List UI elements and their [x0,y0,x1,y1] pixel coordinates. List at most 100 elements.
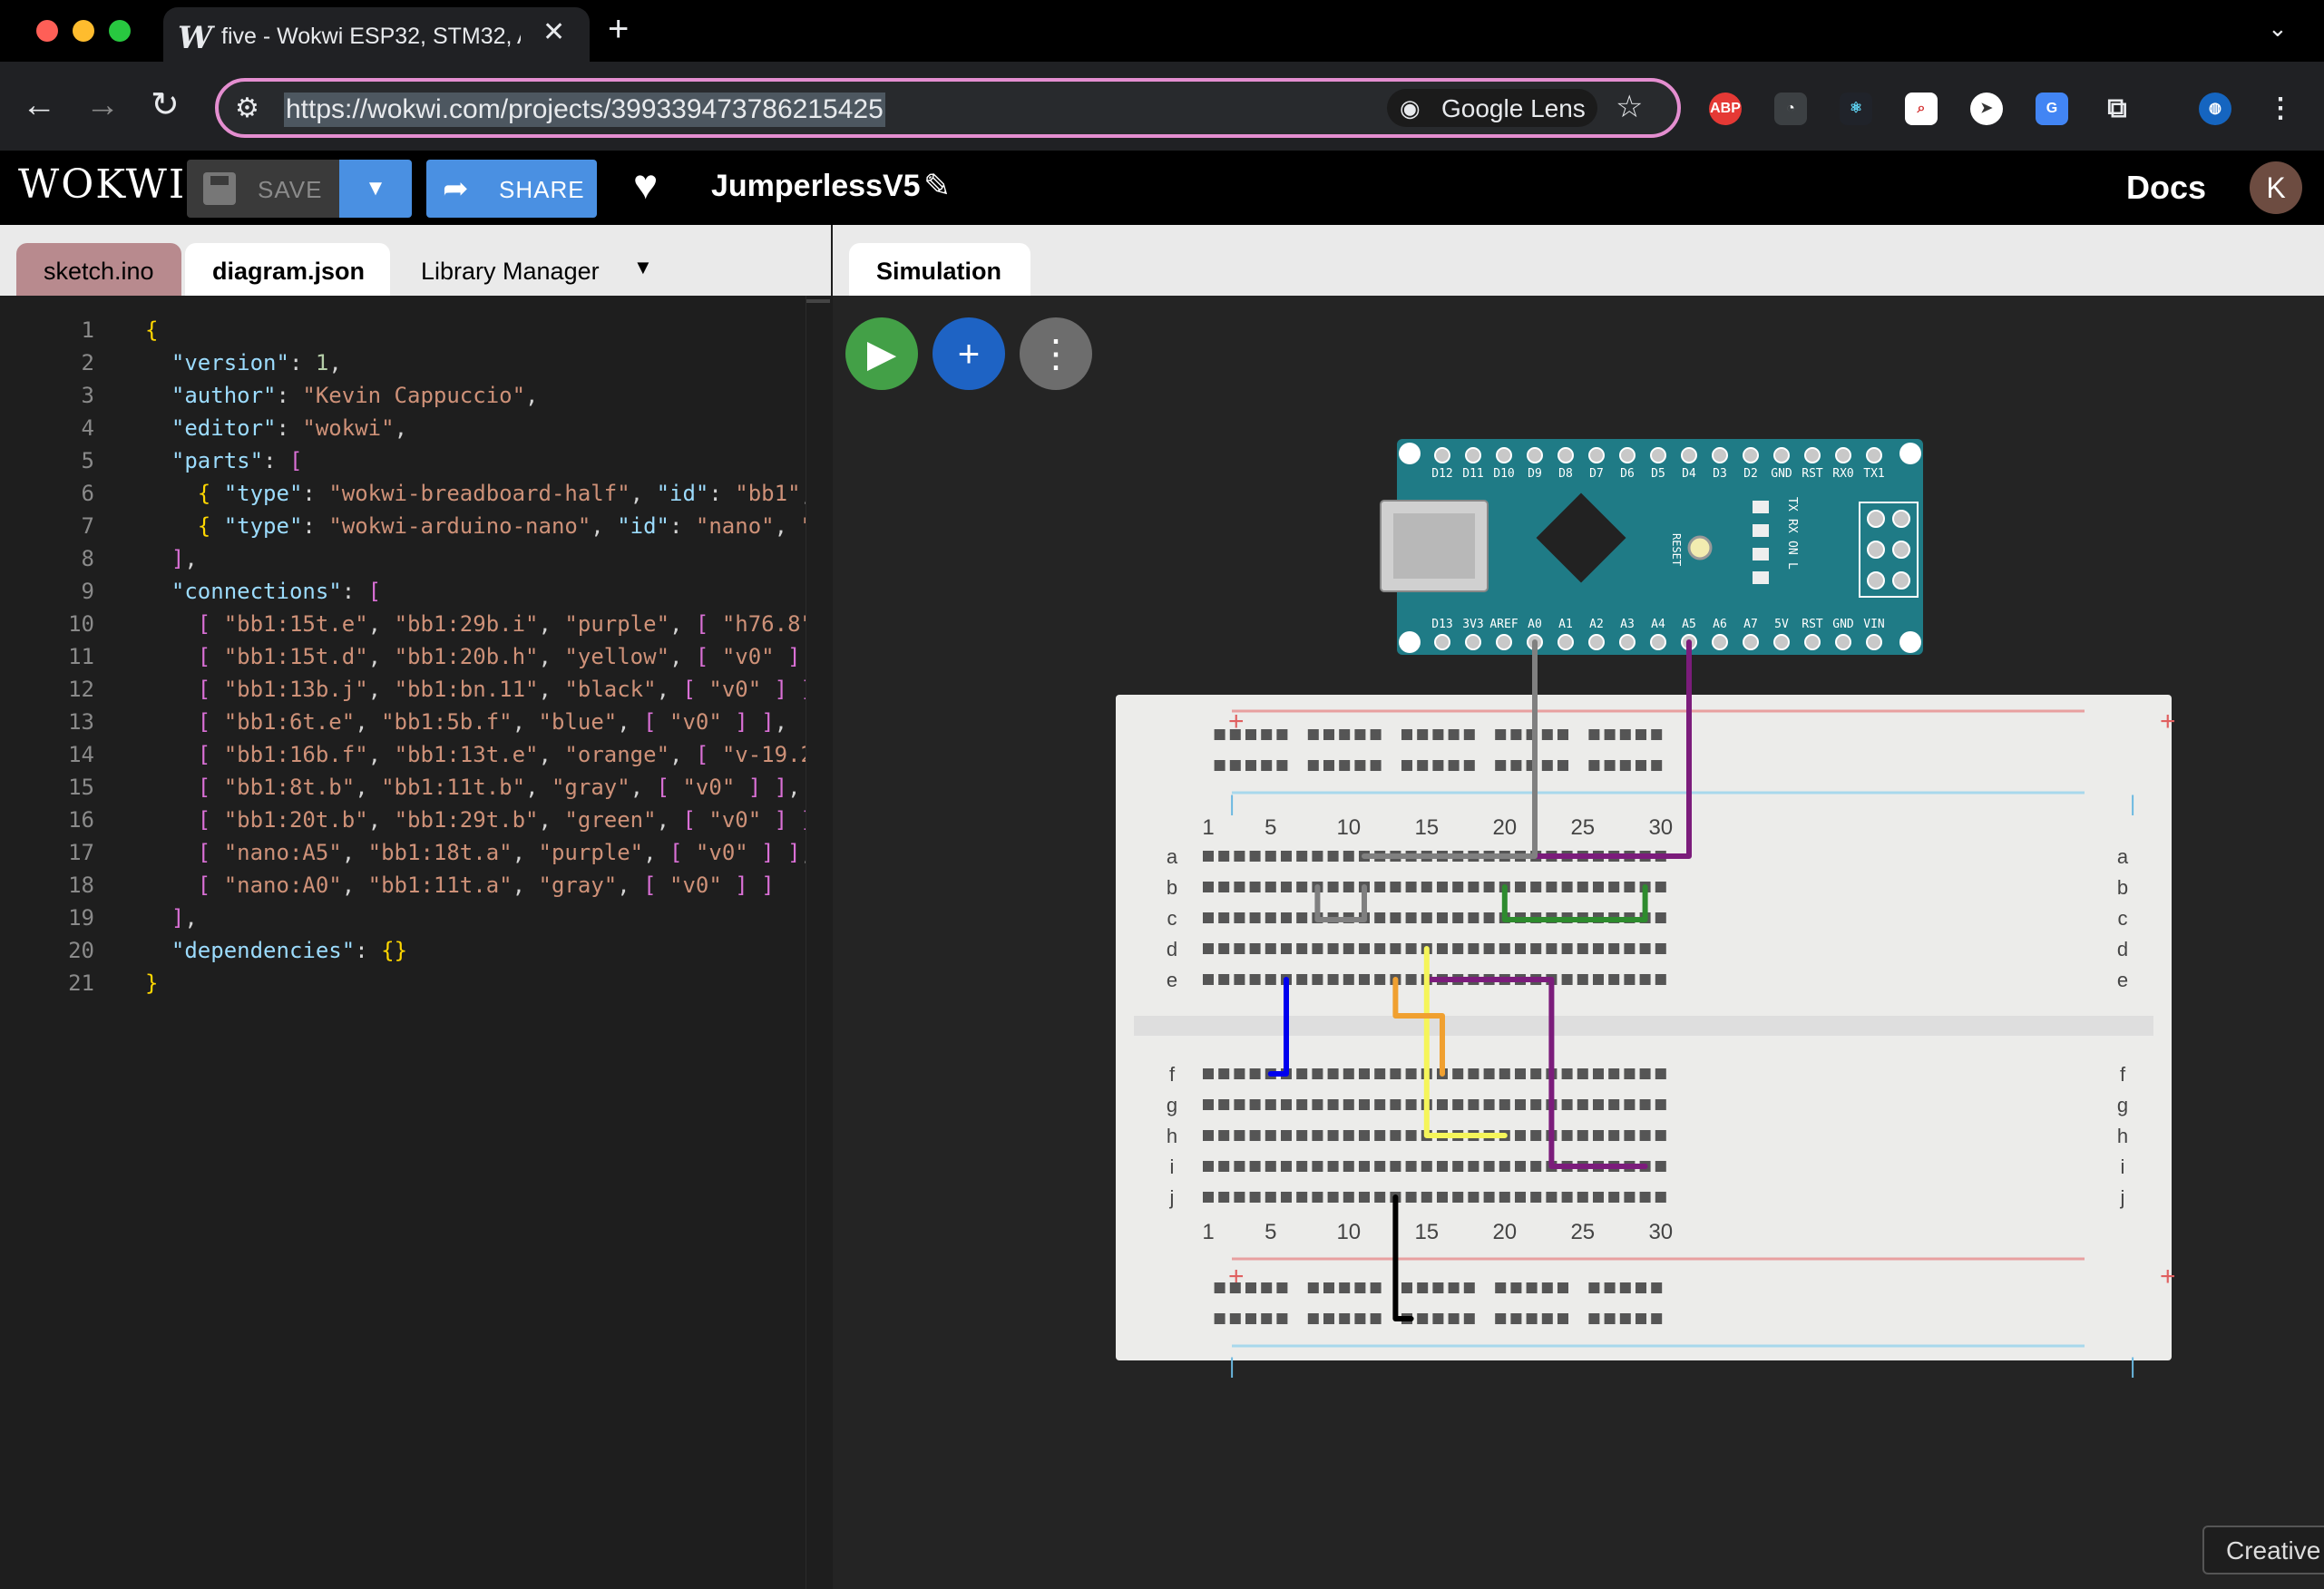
rail-hole[interactable] [1636,1313,1646,1324]
breadboard-hole[interactable] [1437,1161,1448,1172]
nano-pin-top[interactable] [1743,447,1759,463]
breadboard-hole[interactable] [1234,912,1245,923]
breadboard-hole[interactable] [1499,1068,1510,1079]
breadboard-hole[interactable] [1530,1161,1542,1172]
rail-hole[interactable] [1619,760,1631,771]
breadboard-hole[interactable] [1452,882,1464,892]
breadboard-hole[interactable] [1499,1099,1510,1110]
breadboard-hole[interactable] [1296,1068,1308,1079]
rail-hole[interactable] [1276,729,1288,740]
rail-hole[interactable] [1636,1282,1646,1293]
rail-hole[interactable] [1432,760,1444,771]
breadboard-hole[interactable] [1265,851,1276,862]
breadboard-hole[interactable] [1515,1161,1526,1172]
breadboard-hole[interactable] [1343,1099,1354,1110]
address-bar[interactable]: ⚙ https://wokwi.com/projects/39933947378… [215,78,1681,138]
rail-hole[interactable] [1229,729,1241,740]
breadboard-hole[interactable] [1561,882,1573,892]
breadboard-hole[interactable] [1281,1130,1292,1141]
breadboard-hole[interactable] [1468,1068,1479,1079]
breadboard-hole[interactable] [1359,1099,1370,1110]
rail-hole[interactable] [1588,1313,1600,1324]
reset-button[interactable] [1687,535,1713,561]
breadboard-hole[interactable] [1561,1130,1573,1141]
breadboard-hole[interactable] [1405,974,1417,985]
breadboard-hole[interactable] [1359,943,1370,954]
breadboard-hole[interactable] [1327,882,1339,892]
breadboard-hole[interactable] [1312,1068,1323,1079]
rail-hole[interactable] [1214,1313,1225,1324]
rail-hole[interactable] [1417,760,1429,771]
breadboard-hole[interactable] [1327,1130,1339,1141]
breadboard-hole[interactable] [1312,1192,1323,1203]
breadboard-hole[interactable] [1452,943,1464,954]
breadboard-hole[interactable] [1452,1192,1464,1203]
breadboard-hole[interactable] [1468,943,1479,954]
nano-pin-top[interactable] [1712,447,1728,463]
minimize-window-button[interactable] [73,20,94,42]
breadboard-hole[interactable] [1249,1068,1261,1079]
breadboard-hole[interactable] [1249,1192,1261,1203]
breadboard-hole[interactable] [1343,851,1354,862]
rail-hole[interactable] [1510,729,1522,740]
tab-sketch-ino[interactable]: sketch.ino [16,243,181,296]
nano-pin-bottom[interactable] [1866,634,1882,650]
breadboard-hole[interactable] [1374,1099,1386,1110]
breadboard-hole[interactable] [1203,912,1214,923]
breadboard-hole[interactable] [1218,851,1230,862]
breadboard-hole[interactable] [1234,882,1245,892]
adblock-extension-icon[interactable]: ABP [1709,93,1742,125]
breadboard-hole[interactable] [1561,1099,1573,1110]
breadboard-hole[interactable] [1327,1161,1339,1172]
rail-hole[interactable] [1245,760,1256,771]
breadboard-hole[interactable] [1421,912,1432,923]
rail-hole[interactable] [1651,760,1663,771]
breadboard-hole[interactable] [1234,1099,1245,1110]
breadboard-hole[interactable] [1593,1130,1604,1141]
rail-hole[interactable] [1526,1282,1538,1293]
breadboard-hole[interactable] [1483,882,1495,892]
rail-hole[interactable] [1495,1282,1507,1293]
nano-pin-top[interactable] [1804,447,1821,463]
rail-hole[interactable] [1245,729,1256,740]
rail-hole[interactable] [1619,729,1631,740]
tab-menu-caret-icon[interactable]: ▼ [633,256,653,279]
rail-hole[interactable] [1261,729,1273,740]
breadboard-hole[interactable] [1343,1161,1354,1172]
breadboard-hole[interactable] [1265,882,1276,892]
breadboard-hole[interactable] [1234,1068,1245,1079]
new-tab-icon[interactable]: + [608,9,629,50]
breadboard-hole[interactable] [1327,943,1339,954]
breadboard-hole[interactable] [1390,943,1401,954]
rail-hole[interactable] [1541,760,1553,771]
tab-diagram-json[interactable]: diagram.json [185,243,390,296]
breadboard-hole[interactable] [1483,1161,1495,1172]
breadboard-hole[interactable] [1265,974,1276,985]
simulation-canvas[interactable]: + + + + | | | | 1 1 5 5 10 10 15 15 20 20 25 25 30 30 a a b b c c d d… [833,296,2324,1589]
rail-hole[interactable] [1510,1313,1522,1324]
breadboard-hole[interactable] [1374,1161,1386,1172]
breadboard-hole[interactable] [1265,1130,1276,1141]
tab-library-manager[interactable]: Library Manager [394,243,639,296]
breadboard-hole[interactable] [1234,1161,1245,1172]
rail-hole[interactable] [1557,729,1568,740]
rail-hole[interactable] [1619,1313,1631,1324]
breadboard-hole[interactable] [1608,974,1620,985]
breadboard-hole[interactable] [1561,1068,1573,1079]
nano-pin-top[interactable] [1434,447,1450,463]
nano-pin-bottom[interactable] [1619,634,1636,650]
breadboard-hole[interactable] [1593,1192,1604,1203]
breadboard-hole[interactable] [1530,1068,1542,1079]
rail-hole[interactable] [1307,1313,1319,1324]
breadboard-hole[interactable] [1203,1099,1214,1110]
project-name[interactable]: JumperlessV5 [711,169,921,204]
breadboard-hole[interactable] [1405,1192,1417,1203]
breadboard-hole[interactable] [1483,1099,1495,1110]
breadboard-hole[interactable] [1374,1192,1386,1203]
rail-hole[interactable] [1557,760,1568,771]
breadboard-hole[interactable] [1530,1130,1542,1141]
rail-hole[interactable] [1323,1313,1334,1324]
nano-pin-bottom[interactable] [1835,634,1851,650]
rail-hole[interactable] [1463,1313,1475,1324]
breadboard-hole[interactable] [1265,1099,1276,1110]
